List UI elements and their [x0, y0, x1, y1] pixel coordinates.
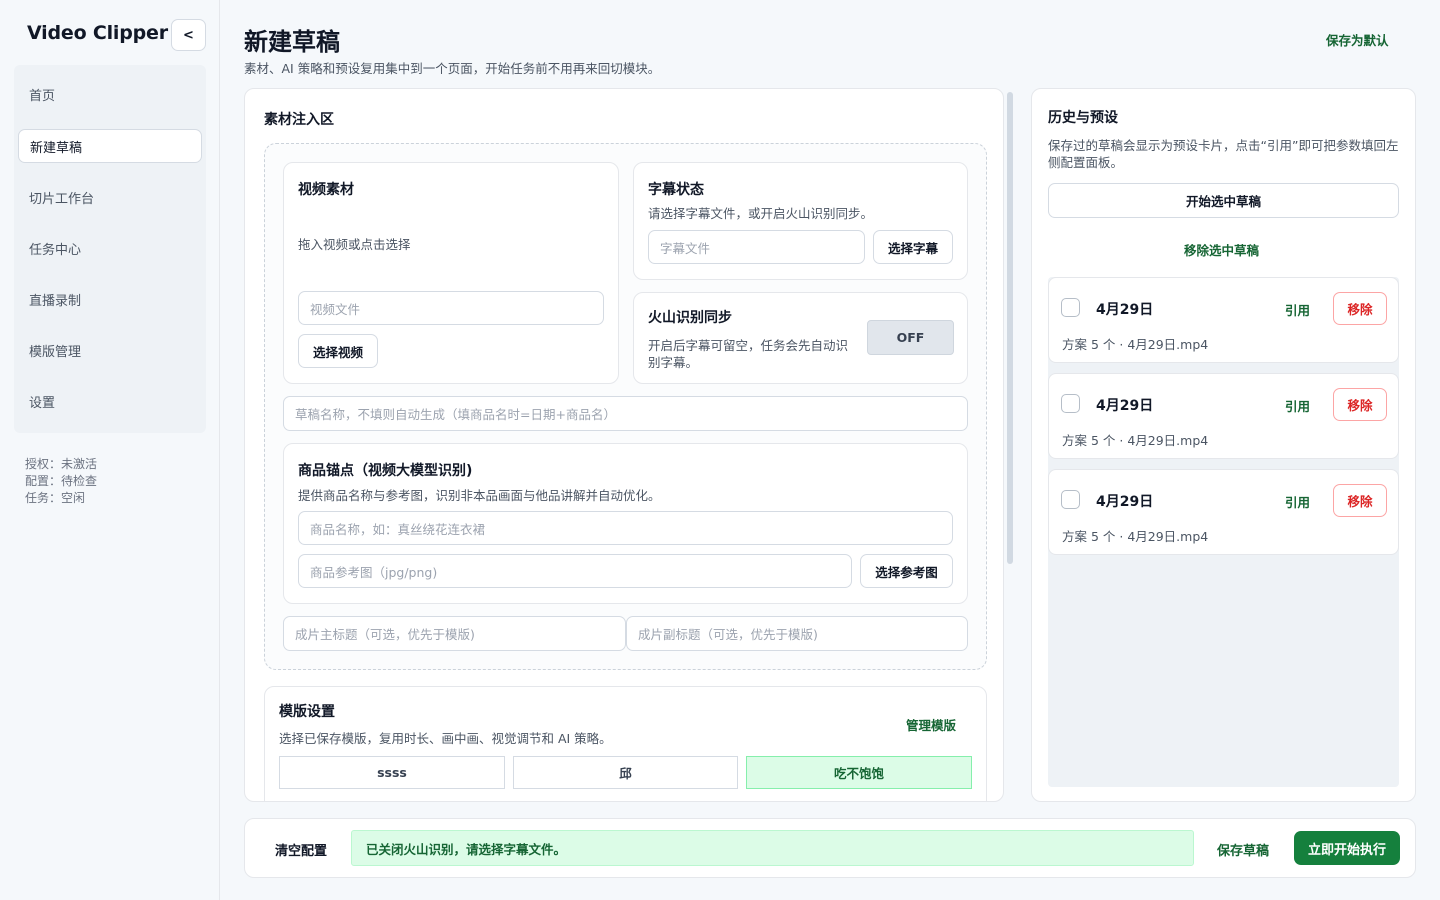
sidebar-item-live-recording[interactable]: 直播录制	[18, 282, 202, 316]
sub-title-input[interactable]: 成片副标题（可选，优先于模版)	[626, 616, 968, 651]
video-drop-hint: 拖入视频或点击选择	[298, 237, 411, 252]
history-card: 4月29日 引用 移除 方案 5 个 · 4月29日.mp4	[1048, 373, 1399, 459]
template-option[interactable]: 邱	[513, 756, 738, 789]
video-material-card: 视频素材 拖入视频或点击选择 视频文件 选择视频	[283, 162, 619, 384]
history-card-title: 4月29日	[1096, 398, 1154, 414]
run-now-button[interactable]: 立即开始执行	[1294, 831, 1400, 865]
sidebar-item-new-draft[interactable]: 新建草稿	[18, 129, 202, 163]
history-card-meta: 方案 5 个 · 4月29日.mp4	[1062, 433, 1209, 448]
sidebar-item-template-manage[interactable]: 模版管理	[18, 333, 202, 367]
page-subtitle: 素材、AI 策略和预设复用集中到一个页面，开始任务前不用再来回切模块。	[244, 61, 661, 76]
remove-button[interactable]: 移除	[1333, 484, 1387, 517]
template-option-selected[interactable]: 吃不饱饱	[746, 756, 972, 789]
sidebar-item-clip-workbench[interactable]: 切片工作台	[18, 180, 202, 214]
history-checkbox[interactable]	[1061, 394, 1080, 413]
template-settings-card: 模版设置 选择已保存模版，复用时长、画中画、视觉调节和 AI 策略。 管理模版 …	[264, 686, 987, 801]
remove-selected-drafts-link[interactable]: 移除选中草稿	[1184, 240, 1259, 259]
history-card-meta: 方案 5 个 · 4月29日.mp4	[1062, 337, 1209, 352]
license-status: 授权：未激活	[25, 457, 98, 471]
video-card-title: 视频素材	[298, 182, 354, 198]
volcano-card-title: 火山识别同步	[648, 310, 732, 326]
manage-templates-link[interactable]: 管理模版	[906, 715, 956, 734]
inject-section-title: 素材注入区	[264, 112, 334, 128]
save-as-default-button[interactable]: 保存为默认	[1326, 30, 1389, 49]
sidebar-item-task-center[interactable]: 任务中心	[18, 231, 202, 265]
history-panel: 历史与预设 保存过的草稿会显示为预设卡片，点击“引用”即可把参数填回左侧配置面板…	[1031, 88, 1416, 802]
volcano-card-desc: 开启后字幕可留空，任务会先自动识别字幕。	[648, 338, 849, 370]
remove-button[interactable]: 移除	[1333, 292, 1387, 325]
draft-name-input[interactable]: 草稿名称，不填则自动生成（填商品名时=日期+商品名）	[283, 396, 968, 431]
subtitle-file-input[interactable]: 字幕文件	[648, 230, 865, 264]
history-desc: 保存过的草稿会显示为预设卡片，点击“引用”即可把参数填回左侧配置面板。	[1048, 138, 1399, 170]
history-card-title: 4月29日	[1096, 302, 1154, 318]
template-card-title: 模版设置	[279, 704, 335, 720]
template-option[interactable]: ssss	[279, 756, 505, 789]
status-lines: 授权：未激活 配置：待检查 任务：空闲	[25, 456, 97, 507]
history-checkbox[interactable]	[1061, 490, 1080, 509]
sidebar: Video Clipper < 首页 新建草稿 切片工作台 任务中心 直播录制 …	[0, 0, 220, 900]
sidebar-nav: 首页 新建草稿 切片工作台 任务中心 直播录制 模版管理 设置	[14, 65, 206, 433]
action-footer: 清空配置 已关闭火山识别，请选择字幕文件。 保存草稿 立即开始执行	[244, 818, 1416, 878]
config-panel: 素材注入区 视频素材 拖入视频或点击选择 视频文件 选择视频 字幕状态 请选择字…	[244, 88, 1004, 802]
config-panel-scrollbar[interactable]	[1007, 92, 1013, 564]
product-ref-image-input[interactable]: 商品参考图（jpg/png)	[298, 554, 852, 588]
clear-config-button[interactable]: 清空配置	[275, 840, 327, 859]
config-status: 配置：待检查	[25, 474, 98, 488]
cite-button[interactable]: 引用	[1285, 396, 1310, 415]
history-card-title: 4月29日	[1096, 494, 1154, 510]
product-anchor-card: 商品锚点（视频大模型识别) 提供商品名称与参考图，识别非本品画面与他品讲解并自动…	[283, 443, 968, 604]
sidebar-item-home[interactable]: 首页	[18, 77, 202, 111]
history-card: 4月29日 引用 移除 方案 5 个 · 4月29日.mp4	[1048, 469, 1399, 555]
template-card-desc: 选择已保存模版，复用时长、画中画、视觉调节和 AI 策略。	[279, 731, 612, 746]
history-title: 历史与预设	[1048, 110, 1118, 126]
remove-button[interactable]: 移除	[1333, 388, 1387, 421]
volcano-sync-card: 火山识别同步 开启后字幕可留空，任务会先自动识别字幕。 OFF	[633, 292, 968, 384]
cite-button[interactable]: 引用	[1285, 300, 1310, 319]
main-title-input[interactable]: 成片主标题（可选，优先于模版)	[283, 616, 626, 651]
history-card: 4月29日 引用 移除 方案 5 个 · 4月29日.mp4	[1048, 277, 1399, 363]
collapse-sidebar-button[interactable]: <	[171, 19, 206, 51]
subtitle-card-desc: 请选择字幕文件，或开启火山识别同步。	[648, 206, 874, 221]
history-card-meta: 方案 5 个 · 4月29日.mp4	[1062, 529, 1209, 544]
page-title: 新建草稿	[244, 28, 340, 56]
product-card-desc: 提供商品名称与参考图，识别非本品画面与他品讲解并自动优化。	[298, 488, 661, 503]
status-notice: 已关闭火山识别，请选择字幕文件。	[351, 830, 1194, 866]
subtitle-card-title: 字幕状态	[648, 182, 704, 198]
history-checkbox[interactable]	[1061, 298, 1080, 317]
save-draft-button[interactable]: 保存草稿	[1217, 840, 1269, 859]
material-drop-zone[interactable]: 视频素材 拖入视频或点击选择 视频文件 选择视频 字幕状态 请选择字幕文件，或开…	[264, 143, 987, 670]
start-selected-drafts-button[interactable]: 开始选中草稿	[1048, 183, 1399, 218]
task-status: 任务：空闲	[25, 491, 86, 505]
select-video-button[interactable]: 选择视频	[298, 334, 378, 368]
history-list: 4月29日 引用 移除 方案 5 个 · 4月29日.mp4 4月29日 引用 …	[1048, 277, 1399, 787]
select-subtitle-button[interactable]: 选择字幕	[873, 230, 953, 264]
cite-button[interactable]: 引用	[1285, 492, 1310, 511]
video-file-input[interactable]: 视频文件	[298, 291, 604, 325]
volcano-sync-toggle[interactable]: OFF	[867, 320, 954, 355]
select-ref-image-button[interactable]: 选择参考图	[860, 554, 953, 588]
subtitle-status-card: 字幕状态 请选择字幕文件，或开启火山识别同步。 字幕文件 选择字幕	[633, 162, 968, 280]
app-brand: Video Clipper	[27, 22, 168, 44]
sidebar-item-settings[interactable]: 设置	[18, 384, 202, 418]
product-card-title: 商品锚点（视频大模型识别)	[298, 463, 473, 479]
product-name-input[interactable]: 商品名称，如：真丝绕花连衣裙	[298, 511, 953, 545]
